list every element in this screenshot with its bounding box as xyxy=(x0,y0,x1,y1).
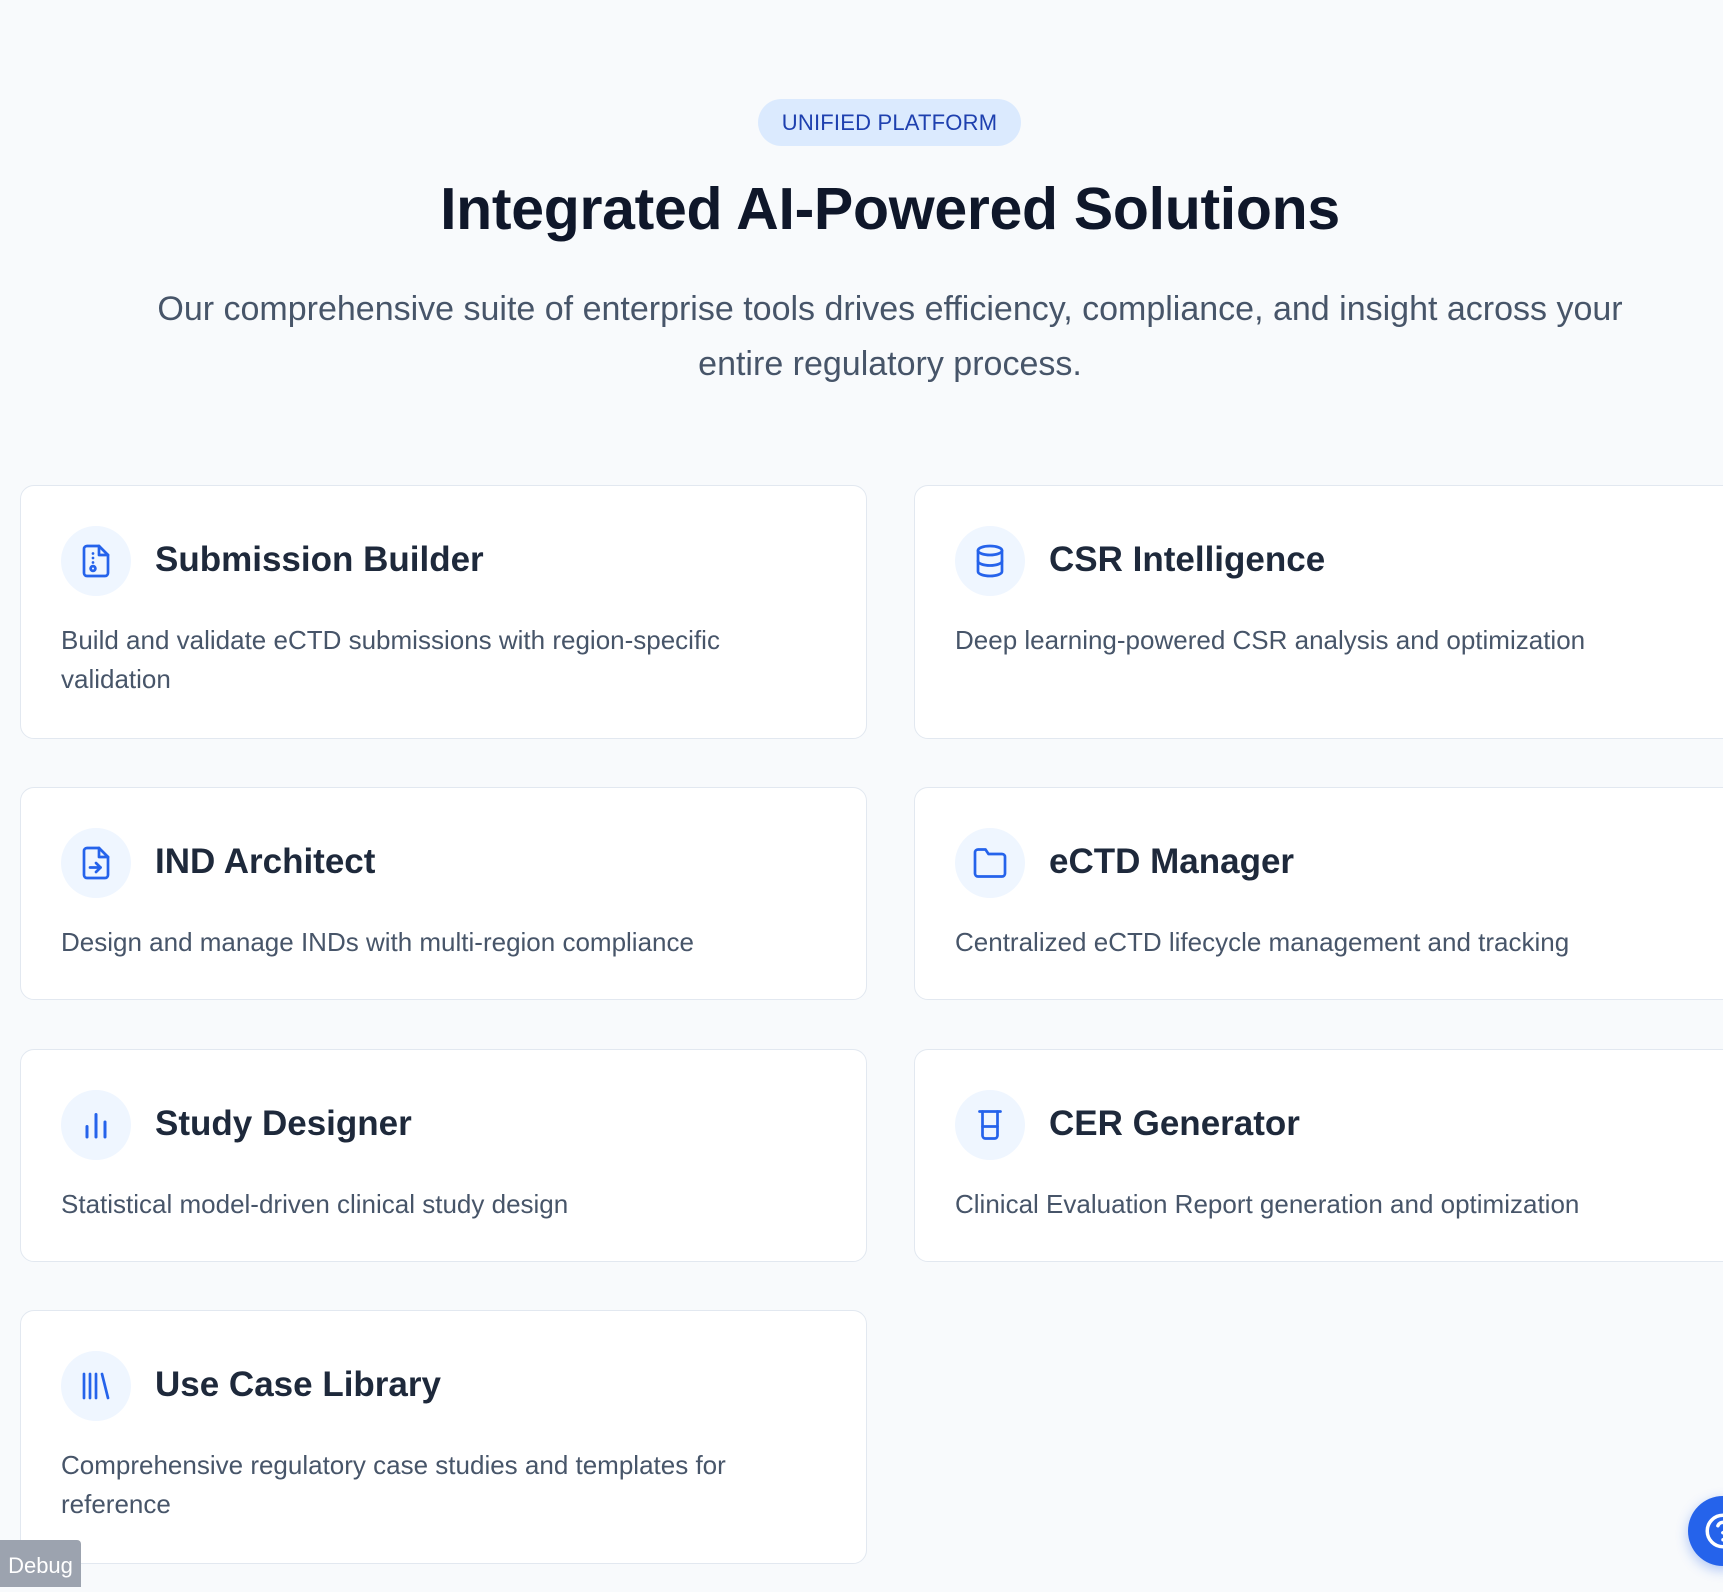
card-title: Submission Builder xyxy=(155,540,484,579)
file-check-icon xyxy=(61,526,131,596)
help-button[interactable] xyxy=(1688,1496,1723,1566)
beaker-icon xyxy=(955,1090,1025,1160)
card-cer-generator[interactable]: CER Generator Clinical Evaluation Report… xyxy=(914,1049,1723,1262)
card-description: Design and manage INDs with multi-region… xyxy=(61,927,694,957)
card-description: Build and validate eCTD submissions with… xyxy=(61,625,720,694)
library-icon xyxy=(61,1351,131,1421)
help-icon xyxy=(1705,1513,1723,1549)
card-csr-intelligence[interactable]: CSR Intelligence Deep learning-powered C… xyxy=(914,485,1723,739)
card-use-case-library[interactable]: Use Case Library Comprehensive regulator… xyxy=(20,1310,867,1564)
card-description: Deep learning-powered CSR analysis and o… xyxy=(955,625,1586,655)
card-ind-architect[interactable]: IND Architect Design and manage INDs wit… xyxy=(20,787,867,1000)
section-title: Integrated AI-Powered Solutions xyxy=(440,176,1340,242)
card-study-designer[interactable]: Study Designer Statistical model-driven … xyxy=(20,1049,867,1262)
card-title: Use Case Library xyxy=(155,1365,441,1404)
card-description: Clinical Evaluation Report generation an… xyxy=(955,1189,1580,1219)
card-title: IND Architect xyxy=(155,842,376,881)
card-title: Study Designer xyxy=(155,1104,412,1143)
card-ectd-manager[interactable]: eCTD Manager Centralized eCTD lifecycle … xyxy=(914,787,1723,1000)
file-input-icon xyxy=(61,828,131,898)
section-badge: UNIFIED PLATFORM xyxy=(758,99,1021,146)
database-icon xyxy=(955,526,1025,596)
card-description: Statistical model-driven clinical study … xyxy=(61,1189,569,1219)
folder-icon xyxy=(955,828,1025,898)
card-submission-builder[interactable]: Submission Builder Build and validate eC… xyxy=(20,485,867,739)
card-title: CER Generator xyxy=(1049,1104,1300,1143)
card-description: Comprehensive regulatory case studies an… xyxy=(61,1450,726,1519)
debug-button[interactable]: Debug xyxy=(0,1540,81,1587)
bar-chart-icon xyxy=(61,1090,131,1160)
card-title: eCTD Manager xyxy=(1049,842,1295,881)
section-subtitle: Our comprehensive suite of enterprise to… xyxy=(157,290,1623,383)
card-title: CSR Intelligence xyxy=(1049,540,1326,579)
card-description: Centralized eCTD lifecycle management an… xyxy=(955,927,1570,957)
